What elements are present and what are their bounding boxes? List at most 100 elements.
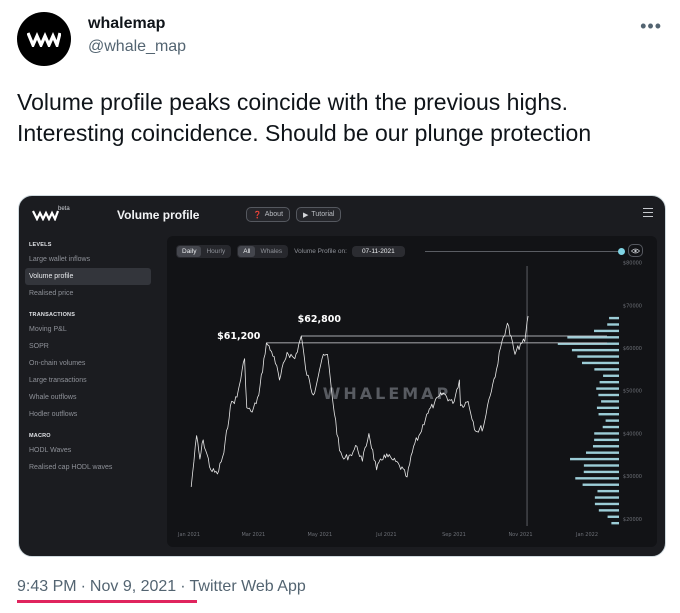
sidebar-item-whale-outflows[interactable]: Whale outflows	[25, 389, 151, 406]
volume-profile-bar	[603, 374, 619, 377]
volume-profile-bar	[585, 451, 619, 454]
x-tick-label: Nov 2021	[508, 532, 532, 538]
volume-profile-bar	[594, 329, 619, 333]
volume-profile-bar	[596, 387, 619, 390]
sidebar-item-moving-p-l[interactable]: Moving P&L	[25, 321, 151, 338]
watermark-text: WHALEMAP	[323, 384, 452, 403]
beta-badge: beta	[58, 206, 70, 212]
x-tick-label: Sep 2021	[442, 532, 466, 538]
about-label: About	[264, 211, 284, 218]
author-handle[interactable]: @whale_map	[88, 37, 186, 57]
chart-panel: Jan 2021 Mar 2021 May 2021 Jul 2021 Sep 2021…	[167, 236, 657, 547]
volume-profile-bar	[592, 445, 619, 448]
whalemap-logo-icon	[27, 32, 61, 47]
app-logo-icon	[32, 210, 60, 221]
tutorial-label: Tutorial	[311, 211, 335, 218]
volume-profile-bar	[601, 400, 619, 403]
app-page-title: Volume profile	[117, 208, 200, 222]
volume-profile-bar	[609, 316, 619, 320]
meta-separator: ·	[180, 578, 186, 595]
volume-profile-bar	[597, 489, 619, 493]
tweet-source[interactable]: Twitter Web App	[190, 578, 306, 595]
tweet-text: Volume profile peaks coincide with the p…	[17, 89, 592, 146]
y-tick-label: $20000	[623, 517, 642, 523]
y-tick-label: $80000	[623, 261, 642, 267]
avatar[interactable]	[17, 12, 71, 66]
volume-profile-bar	[582, 361, 619, 365]
volume-profile-bar	[575, 477, 619, 480]
y-tick-label: $60000	[623, 346, 642, 352]
author-block[interactable]: whalemap @whale_map	[88, 14, 186, 57]
sidebar-item-on-chain-volumes[interactable]: On-chain volumes	[25, 355, 151, 372]
price-level-label: $61,200	[217, 331, 261, 342]
volume-profile-bar	[582, 483, 619, 486]
date-slider-handle[interactable]	[618, 248, 625, 255]
sidebar-item-large-wallet-inflows[interactable]: Large wallet inflows	[25, 251, 151, 268]
price-level-label: $62,800	[298, 314, 342, 325]
range-hourly[interactable]: Hourly	[201, 246, 230, 257]
chart-controls: Daily Hourly All Whales Volume Profile o…	[176, 244, 405, 258]
volume-profile-bar	[598, 413, 619, 416]
volume-profile-on-label: Volume Profile on:	[294, 247, 347, 255]
sidebar-section-levels: LEVELS	[29, 242, 52, 248]
volume-profile-bar	[583, 470, 619, 474]
volume-profile-bar	[607, 515, 619, 518]
visibility-toggle-button[interactable]	[628, 244, 643, 257]
tweet-media-image[interactable]: beta Volume profile ❓ About ▶ Tutorial L…	[18, 195, 666, 557]
tweet-date[interactable]: Nov 9, 2021	[90, 578, 176, 595]
sidebar-item-large-transactions[interactable]: Large transactions	[25, 372, 151, 389]
help-icon: ❓	[253, 211, 262, 219]
hamburger-menu-icon[interactable]	[643, 208, 653, 217]
volume-profile-bar	[594, 432, 619, 435]
x-tick-label: Jan 2022	[575, 532, 598, 538]
play-icon: ▶	[303, 211, 309, 219]
x-tick-label: Mar 2021	[241, 532, 265, 538]
tutorial-button[interactable]: ▶ Tutorial	[296, 207, 342, 222]
tweet-meta: 9:43 PM · Nov 9, 2021 · Twitter Web App	[17, 577, 306, 597]
author-name[interactable]: whalemap	[88, 14, 186, 34]
app-sidebar: LEVELS Large wallet inflows Volume profile…	[19, 234, 159, 556]
y-tick-label: $30000	[623, 474, 642, 480]
volume-profile-bar	[594, 502, 619, 506]
volume-profile-bar	[577, 355, 619, 358]
sidebar-item-sopr[interactable]: SOPR	[25, 338, 151, 355]
sidebar-item-realised-price[interactable]: Realised price	[25, 285, 151, 302]
tweet-time[interactable]: 9:43 PM	[17, 578, 77, 595]
range-daily[interactable]: Daily	[177, 245, 202, 257]
volume-profile-bar	[598, 509, 619, 512]
timestamp-underline	[17, 600, 197, 603]
volume-profile-bar	[594, 496, 619, 499]
sidebar-item-hodler-outflows[interactable]: Hodler outflows	[25, 406, 151, 423]
volume-profile-bar	[596, 406, 619, 410]
y-tick-label: $70000	[623, 303, 642, 309]
sidebar-item-volume-profile[interactable]: Volume profile	[25, 268, 151, 285]
volume-profile-bar	[605, 419, 619, 422]
y-tick-label: $40000	[623, 431, 642, 437]
eye-icon	[631, 248, 640, 253]
y-tick-label: $50000	[623, 389, 642, 395]
volume-profile-bar	[611, 521, 619, 525]
x-tick-label: May 2021	[308, 532, 333, 538]
date-slider-track[interactable]	[425, 251, 621, 252]
volume-profile-bar	[571, 348, 619, 352]
scope-whales[interactable]: Whales	[255, 246, 287, 257]
sidebar-item-realised-cap-hodl-waves[interactable]: Realised cap HODL waves	[25, 459, 151, 476]
volume-profile-bar	[583, 464, 619, 467]
sidebar-item-hodl-waves[interactable]: HODL Waves	[25, 442, 151, 459]
x-tick-label: Jul 2021	[375, 532, 396, 538]
volume-profile-bar	[570, 457, 619, 461]
volume-profile-bar	[602, 425, 619, 429]
about-button[interactable]: ❓ About	[246, 207, 291, 222]
volume-profile-bar	[599, 380, 619, 384]
volume-profile-bar	[598, 393, 619, 397]
volume-profile-bar	[607, 323, 619, 326]
sidebar-section-transactions: TRANSACTIONS	[29, 312, 76, 318]
scope-all[interactable]: All	[238, 245, 256, 257]
meta-separator: ·	[80, 578, 86, 595]
sidebar-section-macro: MACRO	[29, 433, 51, 439]
volume-profile-chart: Jan 2021 Mar 2021 May 2021 Jul 2021 Sep 2021…	[177, 261, 642, 538]
volume-profile-date-picker[interactable]: 07-11-2021	[351, 245, 405, 257]
more-options-icon[interactable]: •••	[640, 16, 662, 37]
range-toggle: Daily Hourly	[176, 244, 232, 258]
volume-profile-bar	[594, 368, 619, 371]
